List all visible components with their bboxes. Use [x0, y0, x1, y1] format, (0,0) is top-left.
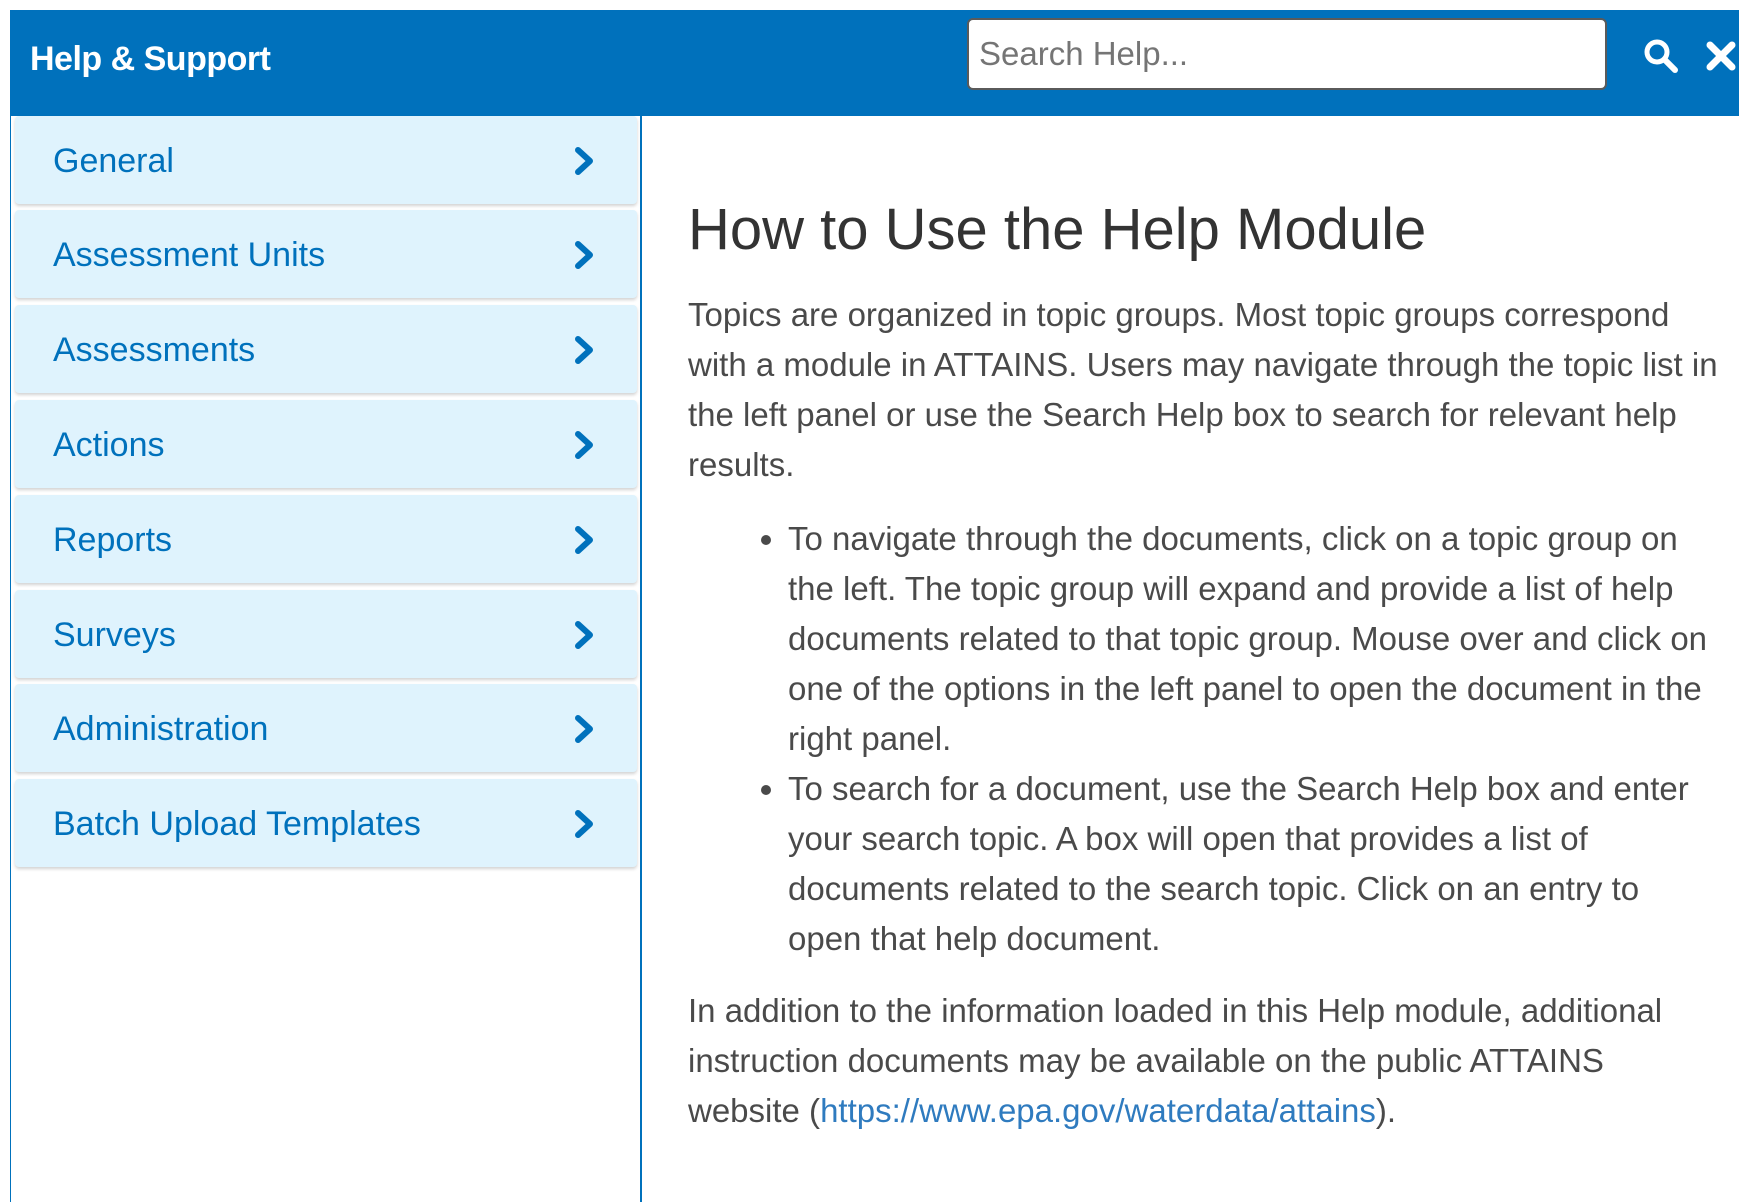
attains-website-link[interactable]: https://www.epa.gov/waterdata/attains [820, 1092, 1376, 1129]
close-button[interactable] [1699, 34, 1739, 78]
sidebar-item-label: Batch Upload Templates [53, 805, 421, 843]
sidebar-item-label: Actions [53, 426, 165, 464]
chevron-right-icon [575, 241, 593, 269]
intro-paragraph: Topics are organized in topic groups. Mo… [688, 296, 1718, 483]
header-bar: Help & Support [10, 10, 1739, 116]
sidebar-item-label: Administration [53, 710, 269, 748]
list-item: To navigate through the documents, click… [788, 514, 1719, 764]
sidebar-item-actions[interactable]: Actions [15, 400, 637, 488]
search-help-input[interactable] [967, 18, 1607, 90]
sidebar-item-general[interactable]: General [15, 116, 637, 204]
sidebar-item-assessment-units[interactable]: Assessment Units [15, 210, 637, 298]
sidebar-item-reports[interactable]: Reports [15, 495, 637, 583]
chevron-right-icon [575, 715, 593, 743]
chevron-right-icon [575, 810, 593, 838]
chevron-right-icon [575, 526, 593, 554]
help-document-panel: How to Use the Help Module Topics are or… [642, 116, 1739, 1202]
outro-paragraph: In addition to the information loaded in… [688, 986, 1719, 1136]
help-support-panel: Help & Support General Assessment Units [10, 10, 1739, 1202]
chevron-right-icon [575, 621, 593, 649]
search-button[interactable] [1639, 34, 1683, 78]
sidebar-item-label: General [53, 142, 174, 180]
header-title: Help & Support [30, 40, 271, 78]
sidebar-item-label: Assessments [53, 331, 256, 369]
search-icon [1644, 39, 1678, 73]
page-title: How to Use the Help Module [688, 197, 1427, 262]
list-item: To search for a document, use the Search… [788, 764, 1719, 964]
chevron-right-icon [575, 336, 593, 364]
chevron-right-icon [575, 147, 593, 175]
instructions-list: To navigate through the documents, click… [688, 514, 1719, 964]
close-icon [1706, 41, 1736, 71]
sidebar-item-surveys[interactable]: Surveys [15, 590, 637, 678]
sidebar-item-administration[interactable]: Administration [15, 684, 637, 772]
chevron-right-icon [575, 431, 593, 459]
sidebar-item-label: Assessment Units [53, 236, 326, 274]
sidebar-item-assessments[interactable]: Assessments [15, 305, 637, 393]
sidebar-item-batch-upload-templates[interactable]: Batch Upload Templates [15, 779, 637, 867]
sidebar-item-label: Reports [53, 521, 173, 559]
topic-sidebar: General Assessment Units Assessments Act… [10, 116, 642, 1202]
sidebar-item-label: Surveys [53, 616, 176, 654]
outro-text-end: ). [1375, 1092, 1397, 1129]
